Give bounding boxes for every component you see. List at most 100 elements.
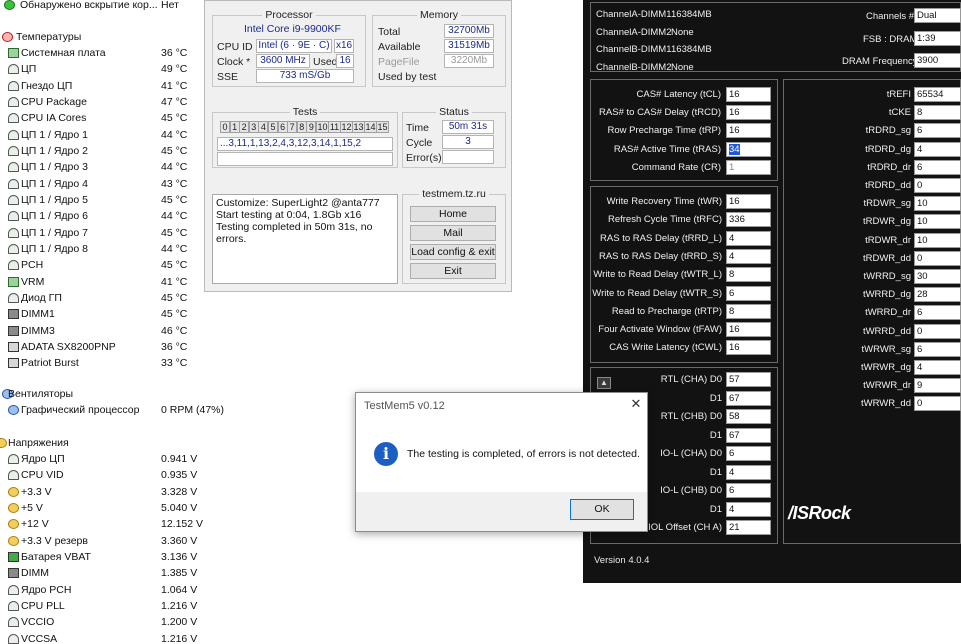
tertiary-timing-field[interactable]: 4 [914, 360, 961, 375]
tertiary-timing-field[interactable]: 4 [914, 141, 961, 157]
sensor-row[interactable]: +3.3 V 3.328 V [0, 484, 240, 500]
tertiary-timing-field[interactable]: 0 [914, 323, 961, 339]
memory-group-title: Memory [417, 9, 461, 21]
vrm-icon [8, 276, 19, 287]
sensor-row[interactable]: +3.3 V резерв 3.360 V [0, 533, 240, 549]
sensor-row[interactable]: Patriot Burst 33 °C [0, 355, 240, 371]
sensor-label: +5 V [21, 501, 43, 514]
tertiary-timing-field[interactable]: 0 [914, 396, 961, 412]
load-config-exit-button[interactable]: Load config & exit [410, 244, 496, 260]
tertiary-timing-field[interactable]: 10 [914, 232, 961, 248]
rtl-timing-field[interactable]: 6 [726, 446, 771, 461]
sensor-row[interactable]: VCCSA 1.216 V [0, 631, 240, 644]
rtl-timing-field[interactable]: 67 [726, 390, 771, 406]
tertiary-timing-label: tWRWR_dg [861, 362, 911, 373]
ok-button[interactable]: OK [570, 499, 634, 520]
tertiary-timing-field[interactable]: 28 [914, 287, 961, 303]
rtl-timing-field[interactable]: 4 [726, 501, 771, 517]
gauge-icon [8, 260, 19, 271]
memory-icon [8, 325, 19, 336]
sensor-row[interactable]: Ядро PCH 1.064 V [0, 582, 240, 598]
tertiary-timing-label: tWRRD_dr [865, 307, 911, 319]
tertiary-timing-label: tRDRD_dg [865, 143, 911, 155]
secondary-timing-field[interactable]: 4 [726, 230, 771, 246]
sensor-row[interactable]: CPU VID 0.935 V [0, 467, 240, 483]
sensor-label: ЦП 1 / Ядро 1 [21, 128, 88, 141]
secondary-timing-value: 16 [729, 342, 740, 354]
secondary-timing-value: 8 [729, 269, 735, 281]
channel-size: 16384MB [671, 9, 712, 20]
primary-timing-field[interactable]: 16 [726, 87, 771, 102]
exit-button[interactable]: Exit [410, 263, 496, 279]
rtl-timing-field[interactable]: 6 [726, 483, 771, 498]
primary-timing-field[interactable]: 34 [726, 141, 771, 157]
sensor-row[interactable]: DIMM 1.385 V [0, 565, 240, 581]
rtl-timing-field[interactable]: 67 [726, 427, 771, 443]
sensor-row[interactable]: ADATA SX8200PNP 36 °C [0, 339, 240, 355]
available-label: Available [378, 41, 421, 53]
sensor-row[interactable]: +12 V 12.152 V [0, 516, 240, 532]
sensor-row[interactable]: +5 V 5.040 V [0, 500, 240, 516]
group-voltages[interactable]: Напряжения [0, 435, 240, 451]
group-fans[interactable]: Вентиляторы [0, 386, 240, 402]
scroll-up-button[interactable]: ▲ [597, 377, 611, 389]
mail-button[interactable]: Mail [410, 225, 496, 241]
tertiary-timing-field[interactable]: 0 [914, 178, 961, 193]
sensor-row[interactable]: Диод ГП 45 °C [0, 290, 240, 306]
sensor-label: Гнездо ЦП [21, 79, 73, 92]
sensor-row[interactable]: DIMM1 45 °C [0, 306, 240, 322]
sensor-row[interactable]: Ядро ЦП 0.941 V [0, 451, 240, 467]
tertiary-timing-field[interactable]: 6 [914, 305, 961, 321]
secondary-timing-field[interactable]: 336 [726, 212, 771, 228]
secondary-timing-field[interactable]: 16 [726, 194, 771, 209]
tertiary-timing-field[interactable]: 0 [914, 250, 961, 266]
channel-size: None [671, 26, 694, 38]
test-progress [217, 152, 393, 166]
secondary-timing-field[interactable]: 4 [726, 248, 771, 264]
tertiary-timing-field[interactable]: 10 [914, 214, 961, 230]
close-icon[interactable]: ✕ [628, 396, 644, 412]
primary-timing-label: RAS# Active Time (tRAS) [613, 143, 721, 155]
sensor-row[interactable]: Батарея VBAT 3.136 V [0, 549, 240, 565]
rtl-timing-field[interactable]: 21 [726, 520, 771, 535]
sensor-row[interactable]: VCCIO 1.200 V [0, 614, 240, 630]
tertiary-timing-field[interactable]: 6 [914, 123, 961, 139]
tertiary-timing-field[interactable]: 65534 [914, 87, 961, 102]
gauge-icon [8, 178, 19, 189]
tertiary-timing-value: 4 [917, 362, 923, 373]
tertiary-timing-field[interactable]: 8 [914, 105, 961, 121]
tertiary-timing-field[interactable]: 6 [914, 159, 961, 175]
sensor-row[interactable]: Графический процессор 0 RPM (47%) [0, 402, 240, 418]
sensor-row[interactable]: CPU PLL 1.216 V [0, 598, 240, 614]
gauge-icon [8, 113, 19, 124]
rtl-timing-field[interactable]: 57 [726, 372, 771, 387]
rtl-timing-field[interactable]: 58 [726, 409, 771, 424]
test-cell: 9 [306, 121, 317, 133]
dram-frequency-label: DRAM Frequency [842, 56, 918, 67]
sensor-value: 44 °C [161, 242, 188, 255]
sensor-row[interactable]: DIMM3 46 °C [0, 323, 240, 339]
secondary-timing-field[interactable]: 6 [726, 285, 771, 301]
log-line: Start testing at 0:04, 1.8Gb x16 [216, 209, 362, 221]
tertiary-timing-value: 4 [917, 143, 923, 155]
tertiary-timing-field[interactable]: 10 [914, 196, 961, 212]
log-line: Customize: SuperLight2 @anta777 [216, 197, 380, 209]
tertiary-timing-field[interactable]: 6 [914, 341, 961, 357]
primary-timing-field[interactable]: 1 [726, 159, 771, 175]
home-button[interactable]: Home [410, 206, 496, 222]
sensor-value: 3.136 V [161, 550, 198, 563]
log-box[interactable]: Customize: SuperLight2 @anta777 Start te… [212, 194, 398, 284]
secondary-timing-field[interactable]: 8 [726, 303, 771, 319]
primary-timing-label: Row Precharge Time (tRP) [607, 125, 721, 137]
version-label: Version 4.0.4 [594, 555, 650, 566]
channel-size: None [671, 61, 694, 73]
primary-timing-field[interactable]: 16 [726, 123, 771, 139]
secondary-timing-field[interactable]: 8 [726, 267, 771, 283]
secondary-timing-field[interactable]: 16 [726, 322, 771, 338]
primary-timing-field[interactable]: 16 [726, 105, 771, 121]
tertiary-timing-field[interactable]: 30 [914, 269, 961, 284]
rtl-timing-field[interactable]: 4 [726, 464, 771, 480]
tertiary-timing-field[interactable]: 9 [914, 378, 961, 394]
test-cell: 6 [277, 121, 288, 133]
secondary-timing-field[interactable]: 16 [726, 340, 771, 356]
